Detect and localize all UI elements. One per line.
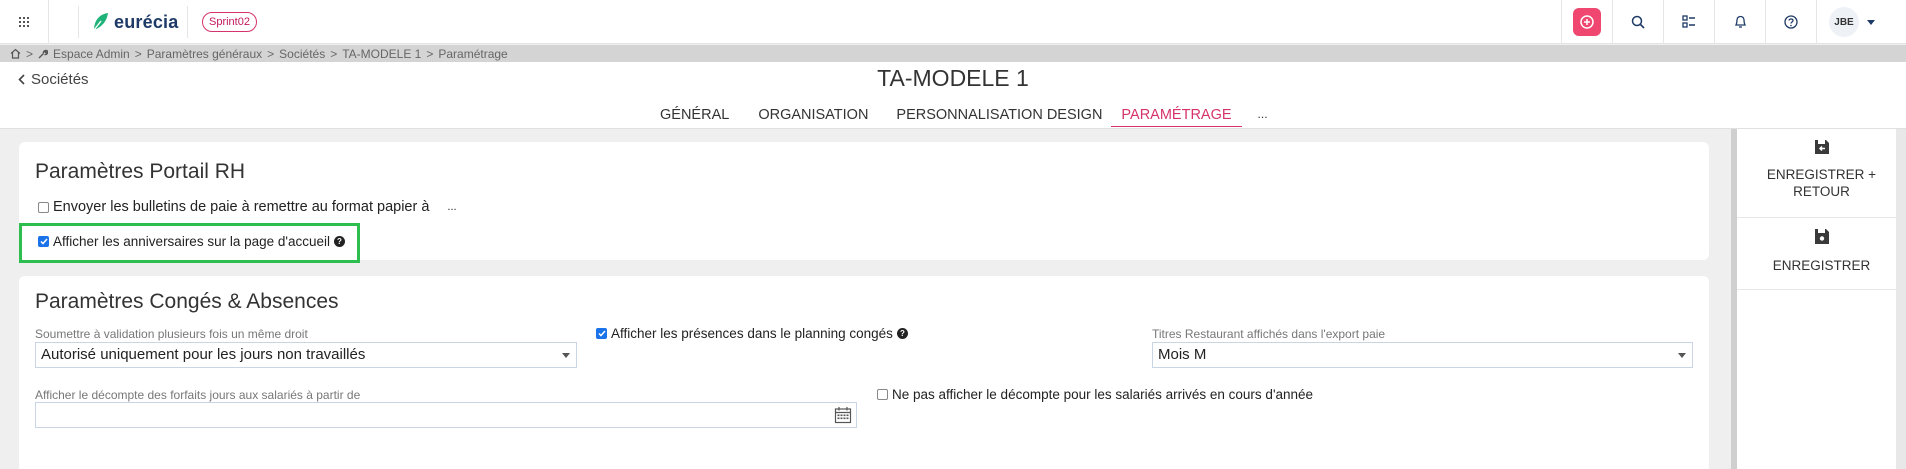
floppy-disk-icon (1814, 229, 1829, 244)
help-button[interactable] (1765, 0, 1816, 44)
breadcrumb-separator: > (330, 46, 338, 61)
breadcrumb-item-company[interactable]: TA-MODELE 1 (342, 47, 421, 61)
top-bar: eurécia Sprint02 JBE (0, 0, 1906, 44)
divider (187, 6, 188, 38)
tab-more[interactable]: ... (1258, 107, 1268, 124)
caret-down-icon (562, 353, 570, 358)
titres-label: Titres Restaurant affichés dans l'export… (1152, 327, 1386, 341)
portail-rh-title: Paramètres Portail RH (35, 160, 246, 183)
breadcrumb-separator: > (267, 46, 275, 61)
chevron-left-icon (18, 74, 25, 85)
conges-absences-card: Paramètres Congés & Absences Soumettre à… (19, 276, 1709, 469)
calendar-icon[interactable] (834, 406, 852, 424)
ne-pas-afficher-checkbox[interactable] (877, 389, 888, 400)
breadcrumb: > Espace Admin > Paramètres généraux > S… (0, 45, 1906, 62)
highlight-box (19, 223, 360, 263)
divider (78, 6, 79, 38)
validation-label: Soumettre à validation plusieurs fois un… (35, 327, 308, 341)
leaf-logo-icon (93, 13, 108, 31)
caret-down-icon (1678, 353, 1686, 358)
search-icon (1631, 15, 1645, 29)
titres-value: Mois M (1158, 346, 1207, 363)
validation-value: Autorisé uniquement pour les jours non t… (41, 346, 366, 363)
caret-down-icon (1867, 19, 1875, 25)
breadcrumb-separator: > (134, 46, 142, 61)
home-icon[interactable] (10, 48, 21, 59)
wrench-icon (38, 49, 49, 58)
breadcrumb-item-societes[interactable]: Sociétés (279, 47, 325, 61)
checkmark-icon (597, 330, 606, 337)
add-button-bg (1573, 8, 1601, 36)
presences-row: Afficher les présences dans le planning … (596, 326, 908, 341)
ne-pas-afficher-label: Ne pas afficher le décompte pour les sal… (892, 387, 1314, 402)
back-link[interactable]: Sociétés (18, 71, 89, 88)
eurecia-logo[interactable]: eurécia (92, 10, 178, 34)
tab-personnalisation-design[interactable]: PERSONNALISATION DESIGN (896, 107, 1102, 126)
save-label: ENREGISTRER (1772, 258, 1871, 273)
sprint-badge: Sprint02 (202, 12, 257, 32)
add-button[interactable] (1561, 0, 1612, 44)
bulletins-more[interactable]: ... (447, 201, 456, 213)
breadcrumb-item-current: Paramétrage (438, 46, 508, 61)
save-return-icon (1814, 140, 1829, 154)
presences-label: Afficher les présences dans le planning … (611, 326, 893, 341)
save-button[interactable]: ENREGISTRER (1737, 218, 1906, 290)
tab-parametrage[interactable]: PARAMÉTRAGE (1111, 107, 1242, 127)
breadcrumb-separator: > (426, 46, 434, 61)
bulletins-row: Envoyer les bulletins de paie à remettre… (38, 199, 457, 215)
titres-select[interactable]: Mois M (1152, 342, 1693, 368)
bulletins-checkbox[interactable] (38, 201, 49, 213)
page-scrollbar[interactable] (1896, 129, 1906, 469)
logo-text: eurécia (114, 11, 179, 32)
save-return-button[interactable]: ENREGISTRER + RETOUR (1737, 129, 1906, 218)
page-title: TA-MODELE 1 (877, 65, 1029, 91)
conges-absences-title: Paramètres Congés & Absences (35, 290, 339, 313)
actions-panel: ENREGISTRER + RETOUR ENREGISTRER (1737, 129, 1906, 469)
question-circle-icon (1784, 15, 1798, 29)
tab-general[interactable]: GÉNÉRAL (660, 107, 729, 126)
bulletins-label: Envoyer les bulletins de paie à remettre… (53, 199, 430, 215)
forfaits-label: Afficher le décompte des forfaits jours … (35, 388, 361, 402)
ne-pas-afficher-row: Ne pas afficher le décompte pour les sal… (877, 387, 1313, 402)
tab-organisation[interactable]: ORGANISATION (758, 107, 868, 126)
breadcrumb-item-espace-admin[interactable]: Espace Admin (53, 47, 130, 61)
bell-icon (1734, 15, 1746, 28)
validation-select[interactable]: Autorisé uniquement pour les jours non t… (35, 342, 577, 368)
main-content: Paramètres Portail RH Envoyer les bullet… (0, 129, 1731, 469)
plus-circle-icon (1580, 15, 1594, 29)
forfaits-date-input[interactable] (35, 402, 857, 428)
avatar: JBE (1829, 7, 1859, 37)
checklist-icon (1682, 15, 1695, 28)
page-header: TA-MODELE 1 Sociétés GÉNÉRAL ORGANISATIO… (0, 62, 1906, 129)
save-return-label: ENREGISTRER + RETOUR (1766, 167, 1877, 199)
presences-checkbox[interactable] (596, 328, 607, 339)
back-link-label: Sociétés (31, 71, 89, 88)
breadcrumb-item-parametres-generaux[interactable]: Paramètres généraux (147, 47, 262, 61)
tasks-button[interactable] (1663, 0, 1714, 44)
tabs: GÉNÉRAL ORGANISATION PERSONNALISATION DE… (660, 107, 1268, 127)
notifications-button[interactable] (1714, 0, 1765, 44)
help-icon[interactable]: ? (896, 328, 908, 339)
grid-icon (19, 17, 29, 27)
breadcrumb-separator: > (26, 46, 34, 61)
search-button[interactable] (1612, 0, 1663, 44)
user-menu[interactable]: JBE (1816, 0, 1906, 44)
app-launcher-button[interactable] (0, 0, 49, 44)
